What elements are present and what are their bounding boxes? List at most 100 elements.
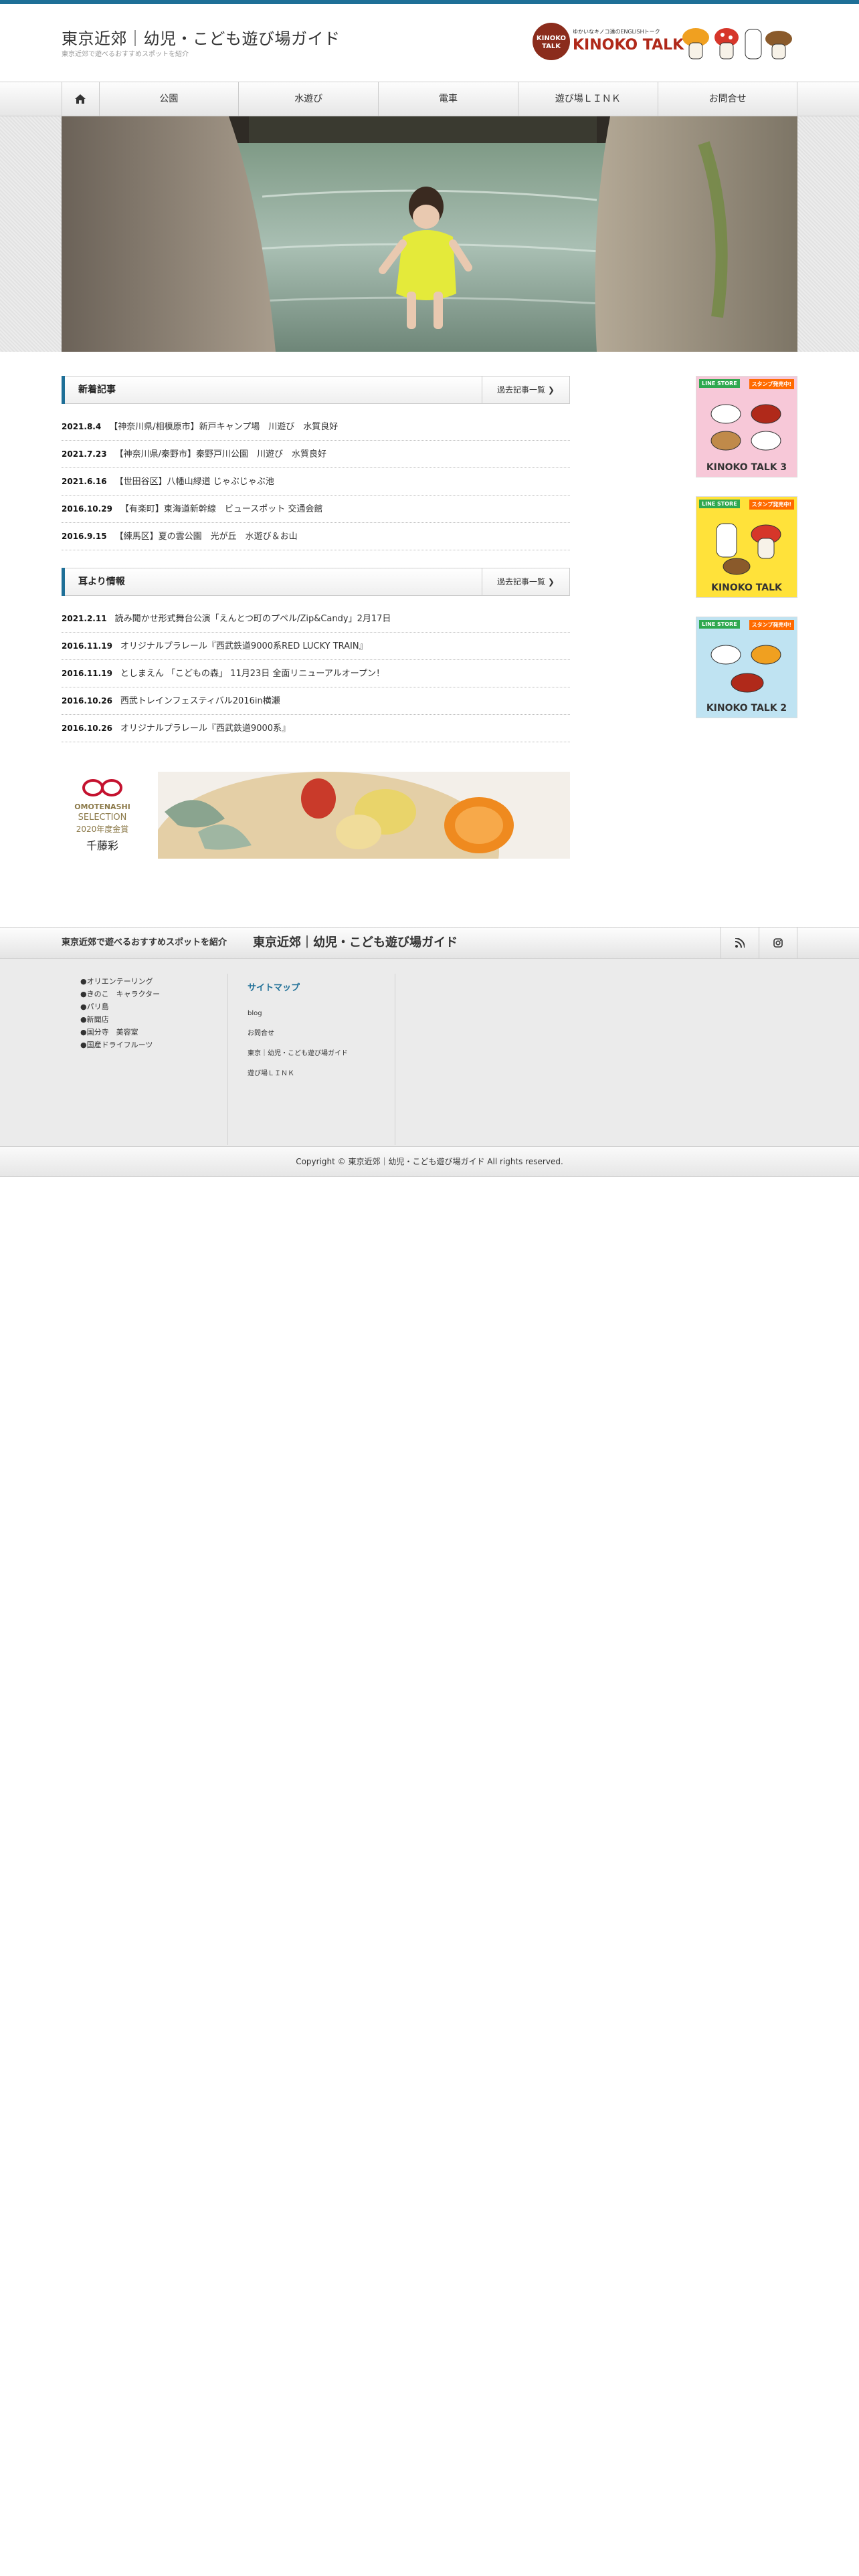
post-date: 2021.7.23 — [62, 449, 107, 459]
post-date: 2021.6.16 — [62, 477, 107, 486]
nav-item-contact[interactable]: お問合せ — [658, 82, 798, 116]
chevron-right-icon: ❯ — [547, 577, 555, 586]
footer-link[interactable]: ●オリエンテーリング — [80, 975, 227, 988]
seal-line2: SELECTION — [78, 813, 127, 823]
post-date: 2021.2.11 — [62, 614, 107, 623]
sitemap-link[interactable]: 遊び場ＬＩＮＫ — [248, 1064, 395, 1084]
hero-section — [0, 116, 859, 352]
footer-site-title[interactable]: 東京近郊｜幼児・こども遊び場ガイド — [253, 928, 458, 958]
footer-link[interactable]: ●国産ドライフルーツ — [80, 1039, 227, 1051]
post-title: オリジナルプラレール『西武鉄道9000系RED LUCKY TRAIN』 — [120, 641, 368, 651]
svg-text:KINOKO: KINOKO — [537, 35, 566, 42]
post-title: 【神奈川県/秦野市】秦野戸川公園 川遊び 水質良好 — [114, 449, 326, 459]
site-header: 東京近郊｜幼児・こども遊び場ガイド 東京近郊で遊べるおすすめスポットを紹介 KI… — [62, 4, 797, 82]
nav-item-train[interactable]: 電車 — [379, 82, 518, 116]
info-header: 耳より情報 過去記事一覧 ❯ — [62, 568, 570, 596]
banner-tagline: ゆかいなキノコ達のENGLISHトーク — [573, 28, 660, 35]
list-item[interactable]: 2021.6.16 【世田谷区】八幡山緑道 じゃぶじゃぶ池 — [62, 468, 570, 496]
post-title: オリジナルプラレール『西武鉄道9000系』 — [120, 724, 291, 734]
chevron-right-icon: ❯ — [547, 385, 555, 395]
list-item[interactable]: 2021.8.4 【神奈川県/相模原市】新戸キャンプ場 川遊び 水質良好 — [62, 413, 570, 441]
list-item[interactable]: 2016.10.26 西武トレインフェスティバル2016in横瀬 — [62, 687, 570, 715]
footer-link[interactable]: ●きのこ キャラクター — [80, 988, 227, 1000]
post-title: 【練馬区】夏の雲公園 光が丘 水遊び＆お山 — [114, 532, 298, 542]
global-nav: 公園 水遊び 電車 遊び場ＬＩＮＫ お問合せ — [0, 82, 859, 116]
footer-sitemap: サイトマップ blog お問合せ 東京｜幼児・こども遊び場ガイド 遊び場ＬＩＮＫ — [248, 980, 395, 1084]
svg-text:TALK: TALK — [542, 43, 561, 50]
list-item[interactable]: 2016.11.19 オリジナルプラレール『西武鉄道9000系RED LUCKY … — [62, 633, 570, 660]
copyright: Copyright © 東京近郊｜幼児・こども遊び場ガイド All rights… — [0, 1146, 859, 1177]
seal-line4: 千藤彩 — [86, 839, 118, 852]
line-sticker-banner-3[interactable]: LINE STORE スタンプ発売中! KINOKO TALK 2 — [696, 617, 797, 718]
list-item[interactable]: 2021.7.23 【神奈川県/秦野市】秦野戸川公園 川遊び 水質良好 — [62, 441, 570, 468]
list-item[interactable]: 2021.2.11 読み聞かせ形式舞台公演「えんとつ町のプペル/Zip&Candy… — [62, 605, 570, 633]
info-heading: 耳より情報 — [78, 576, 125, 587]
sitemap-link[interactable]: 東京｜幼児・こども遊び場ガイド — [248, 1044, 395, 1064]
instagram-icon — [773, 938, 783, 948]
archive-link-label: 過去記事一覧 — [497, 577, 546, 586]
sticker-logo: KINOKO TALK 2 — [706, 703, 787, 714]
hero-image — [62, 116, 797, 352]
seal-line1: OMOTENASHI — [74, 802, 130, 811]
post-title: 西武トレインフェスティバル2016in横瀬 — [120, 696, 280, 706]
nav-home[interactable] — [62, 82, 100, 116]
list-item[interactable]: 2016.9.15 【練馬区】夏の雲公園 光が丘 水遊び＆お山 — [62, 523, 570, 550]
footer-link[interactable]: ●新聞店 — [80, 1013, 227, 1026]
nav-item-water-play[interactable]: 水遊び — [239, 82, 379, 116]
omotenashi-seal[interactable]: OMOTENASHI SELECTION 2020年度金賞 千藤彩 — [62, 772, 143, 859]
site-title[interactable]: 東京近郊｜幼児・こども遊び場ガイド — [62, 25, 341, 49]
post-date: 2016.11.19 — [62, 641, 112, 651]
post-title: 【有楽町】東海道新幹線 ビュースポット 交通会館 — [120, 504, 323, 514]
banner-brand: KINOKO TALK — [573, 37, 684, 53]
footer-link-list: ●オリエンテーリング ●きのこ キャラクター ●パリ島 ●新聞店 ●国分寺 美容… — [80, 975, 227, 1051]
new-posts-archive-link[interactable]: 過去記事一覧 ❯ — [482, 377, 569, 403]
post-date: 2016.11.19 — [62, 669, 112, 678]
content-area: 新着記事 過去記事一覧 ❯ 2021.8.4 【神奈川県/相模原市】新戸キャンプ場… — [62, 352, 797, 927]
footer-divider — [227, 974, 228, 1145]
info-list: 2021.2.11 読み聞かせ形式舞台公演「えんとつ町のプペル/Zip&Candy… — [62, 605, 570, 742]
site-description: 東京近郊で遊べるおすすめスポットを紹介 — [62, 51, 189, 58]
bottom-banners: OMOTENASHI SELECTION 2020年度金賞 千藤彩 — [62, 772, 570, 859]
post-title: 【世田谷区】八幡山緑道 じゃぶじゃぶ池 — [114, 477, 274, 487]
post-date: 2021.8.4 — [62, 422, 102, 431]
rss-icon — [735, 938, 745, 948]
sidebar: LINE STORE スタンプ発売中! KINOKO TALK 3 LINE S… — [696, 376, 797, 737]
post-date: 2016.10.26 — [62, 724, 112, 733]
rss-button[interactable] — [721, 928, 759, 958]
seal-line3: 2020年度金賞 — [76, 824, 129, 834]
sitemap-heading: サイトマップ — [248, 983, 300, 993]
new-posts-list: 2021.8.4 【神奈川県/相模原市】新戸キャンプ場 川遊び 水質良好 2021… — [62, 413, 570, 550]
post-title: 【神奈川県/相模原市】新戸キャンプ場 川遊び 水質良好 — [109, 422, 339, 432]
footer-social-icons — [721, 928, 797, 958]
info-archive-link[interactable]: 過去記事一覧 ❯ — [482, 568, 569, 595]
section-accent-bar — [62, 568, 65, 596]
post-title: としまえん 「こどもの森」 11月23日 全面リニューアルオープン！ — [120, 669, 385, 679]
sitemap-link[interactable]: お問合せ — [248, 1024, 395, 1044]
line-sticker-banner-1[interactable]: LINE STORE スタンプ発売中! KINOKO TALK 3 — [696, 376, 797, 477]
list-item[interactable]: 2016.10.29 【有楽町】東海道新幹線 ビュースポット 交通会館 — [62, 496, 570, 523]
kinoko-talk-banner[interactable]: KINOKO TALK ゆかいなキノコ達のENGLISHトーク KINOKO T… — [530, 20, 797, 63]
post-title: 読み聞かせ形式舞台公演「えんとつ町のプペル/Zip&Candy」2月17日 — [114, 614, 391, 624]
sticker-logo: KINOKO TALK — [711, 582, 782, 593]
line-sticker-banner-2[interactable]: LINE STORE スタンプ発売中! KINOKO TALK — [696, 496, 797, 598]
sitemap-link[interactable]: blog — [248, 1004, 395, 1024]
footer-title-bar: 東京近郊で遊べるおすすめスポットを紹介 東京近郊｜幼児・こども遊び場ガイド — [0, 927, 859, 959]
footer-description: 東京近郊で遊べるおすすめスポットを紹介 — [62, 938, 227, 948]
footer-link[interactable]: ●国分寺 美容室 — [80, 1026, 227, 1039]
sticker-logo: KINOKO TALK 3 — [706, 462, 787, 473]
post-date: 2016.10.29 — [62, 504, 112, 514]
archive-link-label: 過去記事一覧 — [497, 385, 546, 395]
new-posts-header: 新着記事 過去記事一覧 ❯ — [62, 376, 570, 404]
nav-item-park[interactable]: 公園 — [100, 82, 240, 116]
home-icon — [75, 94, 86, 104]
footer-link[interactable]: ●パリ島 — [80, 1000, 227, 1013]
list-item[interactable]: 2016.10.26 オリジナルプラレール『西武鉄道9000系』 — [62, 715, 570, 742]
section-accent-bar — [62, 376, 65, 404]
dried-fruit-banner[interactable] — [158, 772, 570, 859]
instagram-button[interactable] — [759, 928, 797, 958]
nav-item-playground-link[interactable]: 遊び場ＬＩＮＫ — [518, 82, 658, 116]
footer-widgets: ●オリエンテーリング ●きのこ キャラクター ●パリ島 ●新聞店 ●国分寺 美容… — [0, 959, 859, 1146]
list-item[interactable]: 2016.11.19 としまえん 「こどもの森」 11月23日 全面リニューアルオ… — [62, 660, 570, 687]
post-date: 2016.9.15 — [62, 532, 107, 541]
main-column: 新着記事 過去記事一覧 ❯ 2021.8.4 【神奈川県/相模原市】新戸キャンプ場… — [62, 376, 570, 859]
